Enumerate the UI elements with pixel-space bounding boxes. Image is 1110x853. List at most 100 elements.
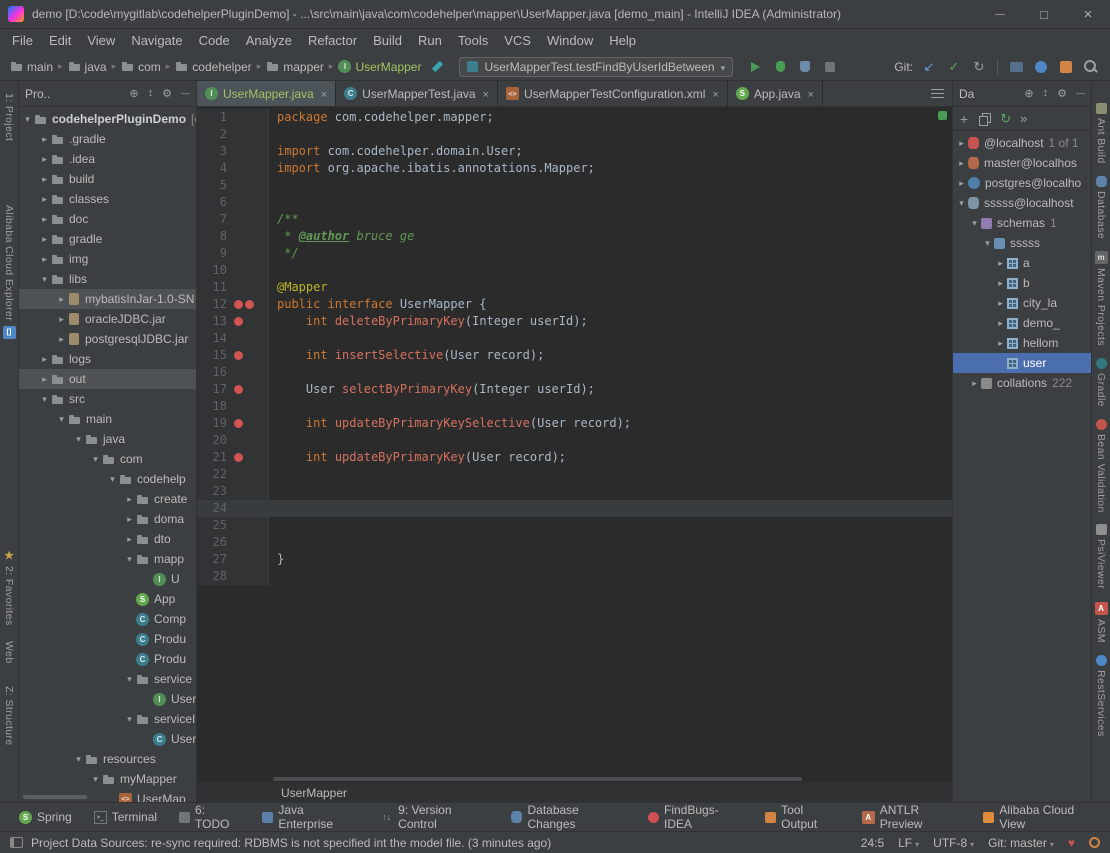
breakpoint-icon[interactable] (234, 317, 243, 326)
tool-button-bean-validation[interactable]: Bean Validation (1095, 418, 1107, 512)
breakpoint-icon[interactable] (234, 300, 243, 309)
stop-button[interactable] (819, 56, 841, 78)
tab-list-icon[interactable] (931, 89, 944, 98)
project-tree-item-dto[interactable]: ▸ dto (19, 529, 196, 549)
breakpoint-icon[interactable] (245, 300, 254, 309)
project-tree-item-oraclejdbc-jar[interactable]: ▸ oracleJDBC.jar (19, 309, 196, 329)
code-line-14[interactable]: 14 (197, 330, 952, 347)
git-revert-button[interactable]: ↻ (968, 56, 990, 78)
menu-file[interactable]: File (4, 29, 41, 53)
breakpoint-icon[interactable] (234, 385, 243, 394)
editor-tab-app-java[interactable]: App.java (728, 81, 823, 106)
editor-hscrollbar[interactable] (273, 777, 802, 781)
code-line-13[interactable]: 13 int deleteByPrimaryKey(Integer userId… (197, 313, 952, 330)
hide-icon[interactable] (181, 87, 190, 100)
project-tree-item-doc[interactable]: ▸ doc (19, 209, 196, 229)
code-line-15[interactable]: 15 int insertSelective(User record); (197, 347, 952, 364)
line-separator-widget[interactable]: LF (898, 836, 919, 850)
code-line-27[interactable]: 27} (197, 551, 952, 568)
breakpoint-icon[interactable] (234, 419, 243, 428)
expand-arrow-icon[interactable]: ▸ (38, 234, 51, 245)
expand-arrow-icon[interactable]: ▸ (38, 214, 51, 225)
expand-arrow-icon[interactable]: ▸ (38, 154, 51, 165)
menu-run[interactable]: Run (410, 29, 450, 53)
project-tree-item-gradle[interactable]: ▸ gradle (19, 229, 196, 249)
database-tree-item-a[interactable]: ▸ a (953, 253, 1091, 273)
collapse-arrow-icon[interactable]: ▾ (72, 434, 85, 445)
settings-button[interactable] (1055, 56, 1077, 78)
tool-button-tool-output[interactable]: Tool Output (754, 803, 851, 831)
code-line-1[interactable]: 1 package com.codehelper.mapper; (197, 109, 952, 126)
git-update-button[interactable]: ↙ (918, 56, 940, 78)
gear-icon[interactable] (162, 87, 172, 100)
breadcrumb-item[interactable]: UserMapper (281, 786, 347, 800)
updown-icon[interactable] (148, 87, 154, 100)
code-line-26[interactable]: 26 (197, 534, 952, 551)
notification-icon[interactable] (1089, 837, 1100, 848)
tool-button-gradle[interactable]: Gradle (1095, 357, 1107, 407)
tool-button-psiviewer[interactable]: PsiViewer (1095, 524, 1107, 590)
code-line-4[interactable]: 4 import org.apache.ibatis.annotations.Ma… (197, 160, 952, 177)
project-tree-item-out[interactable]: ▸ out (19, 369, 196, 389)
expand-arrow-icon[interactable]: ▸ (955, 138, 968, 149)
debug-button[interactable] (769, 56, 791, 78)
expand-arrow-icon[interactable]: ▸ (968, 378, 981, 389)
project-tree-item-resources[interactable]: ▾ resources (19, 749, 196, 769)
database-tree-item-hellom[interactable]: ▸ hellom (953, 333, 1091, 353)
chevrons-icon[interactable] (1020, 111, 1027, 126)
tool-button-restservices[interactable]: RestServices (1095, 654, 1107, 736)
database-tree-item-demo[interactable]: ▸ demo_ (953, 313, 1091, 333)
maximize-button[interactable] (1022, 0, 1066, 28)
coverage-button[interactable] (794, 56, 816, 78)
editor-tab-usermappertestconfiguration-xml[interactable]: UserMapperTestConfiguration.xml (498, 81, 728, 106)
database-tree-item-city-la[interactable]: ▸ city_la (953, 293, 1091, 313)
tool-button-asm[interactable]: ASM (1094, 601, 1108, 643)
expand-arrow-icon[interactable]: ▸ (55, 334, 68, 345)
code-line-8[interactable]: 8 * @author bruce ge (197, 228, 952, 245)
project-tree-item-app[interactable]: App (19, 589, 196, 609)
project-tree-item-service[interactable]: ▾ service (19, 669, 196, 689)
project-tree-item-doma[interactable]: ▸ doma (19, 509, 196, 529)
code-line-9[interactable]: 9 */ (197, 245, 952, 262)
project-tree-item-libs[interactable]: ▾ libs (19, 269, 196, 289)
code-line-18[interactable]: 18 (197, 398, 952, 415)
code-line-11[interactable]: 11 @Mapper (197, 279, 952, 296)
project-tree-item-users[interactable]: UserS (19, 689, 196, 709)
project-tree-item-serviceim[interactable]: ▾serviceIm (19, 709, 196, 729)
collapse-arrow-icon[interactable]: ▾ (21, 114, 34, 125)
caret-position-widget[interactable]: 24:5 (861, 836, 884, 850)
collapse-arrow-icon[interactable]: ▾ (123, 674, 136, 685)
project-tree-item-codehelperplugindemo[interactable]: ▾codehelperPluginDemo[c (19, 109, 196, 129)
editor-tab-usermapper-java[interactable]: UserMapper.java (197, 81, 337, 106)
code-line-25[interactable]: 25 (197, 517, 952, 534)
heart-icon[interactable] (1068, 836, 1075, 850)
code-line-22[interactable]: 22 (197, 466, 952, 483)
tool-button-java-enterprise[interactable]: Java Enterprise (251, 803, 369, 831)
expand-arrow-icon[interactable]: ▸ (55, 314, 68, 325)
code-line-12[interactable]: 12 public interface UserMapper { (197, 296, 952, 313)
collapse-arrow-icon[interactable]: ▾ (981, 238, 994, 249)
code-line-19[interactable]: 19 int updateByPrimaryKeySelective(User … (197, 415, 952, 432)
expand-arrow-icon[interactable]: ▸ (38, 194, 51, 205)
code-line-24[interactable]: 24 (197, 500, 952, 517)
expand-arrow-icon[interactable]: ▸ (955, 178, 968, 189)
tool-button-alibaba-cloud-view[interactable]: Alibaba Cloud View (972, 803, 1110, 831)
menu-navigate[interactable]: Navigate (123, 29, 190, 53)
git-branch-widget[interactable]: Git: master (988, 836, 1054, 850)
project-tree-item-mapp[interactable]: ▾ mapp (19, 549, 196, 569)
breadcrumb-com[interactable]: com (119, 60, 163, 74)
code-line-3[interactable]: 3 import com.codehelper.domain.User; (197, 143, 952, 160)
hide-icon[interactable] (1076, 87, 1085, 100)
project-tree-item-img[interactable]: ▸ img (19, 249, 196, 269)
project-tree-item-gradle[interactable]: ▸ .gradle (19, 129, 196, 149)
editor-tab-usermappertest-java[interactable]: UserMapperTest.java (336, 81, 498, 106)
code-line-21[interactable]: 21 int updateByPrimaryKey(User record); (197, 449, 952, 466)
expand-arrow-icon[interactable]: ▸ (38, 134, 51, 145)
collapse-arrow-icon[interactable]: ▾ (123, 714, 136, 725)
add-icon[interactable] (960, 111, 968, 127)
tool-button-6-todo[interactable]: 6: TODO (168, 803, 251, 831)
git-commit-button[interactable]: ✓ (943, 56, 965, 78)
duplicate-icon[interactable] (977, 112, 992, 126)
database-tree-item-localhost[interactable]: ▸ @localhost 1 of 1 (953, 133, 1091, 153)
close-button[interactable] (1066, 0, 1110, 28)
